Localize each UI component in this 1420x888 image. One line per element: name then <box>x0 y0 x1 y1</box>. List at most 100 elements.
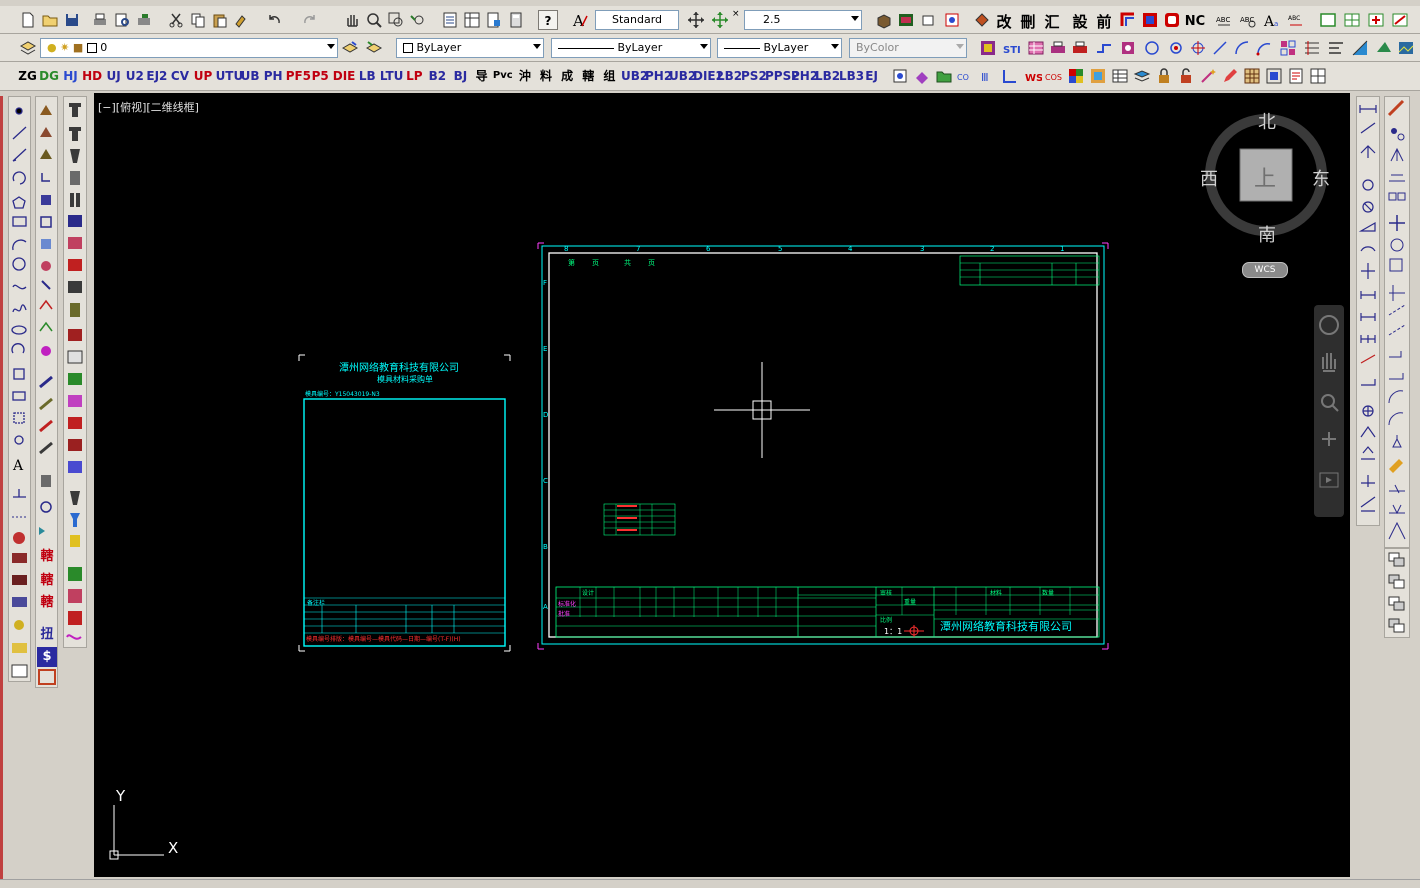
gradient-icon[interactable] <box>1350 38 1370 58</box>
mold-tool[interactable]: UTU <box>216 66 244 86</box>
mold-tool[interactable]: PPS2 <box>765 66 800 86</box>
cut-icon[interactable] <box>166 10 186 30</box>
new-file-icon[interactable] <box>18 10 38 30</box>
text-style-icon[interactable]: A <box>570 10 590 30</box>
mold-tool[interactable]: 料 <box>536 66 555 86</box>
viewport-green-icon[interactable] <box>1342 10 1362 30</box>
unlock-icon[interactable] <box>1176 66 1196 86</box>
3d-box-icon[interactable] <box>874 10 894 30</box>
sheet-icon[interactable] <box>1286 66 1306 86</box>
folder-green-icon[interactable] <box>934 66 954 86</box>
section-icon[interactable]: Ⅲ <box>978 66 998 86</box>
cad-glyph[interactable]: 刪 <box>1018 12 1038 32</box>
viewcube-south[interactable]: 南 <box>1258 221 1276 247</box>
color-grid-icon[interactable] <box>1066 66 1086 86</box>
design-center-icon[interactable] <box>462 10 482 30</box>
viewport-icon[interactable] <box>1318 10 1338 30</box>
zoom-window-icon[interactable] <box>386 10 406 30</box>
layer-combo[interactable]: ● ✷ ■ 0 <box>40 38 338 58</box>
save-icon[interactable] <box>62 10 82 30</box>
arc-tool-2-icon[interactable] <box>1254 38 1274 58</box>
eraser-icon[interactable] <box>912 66 932 86</box>
mold-tool[interactable]: LB2 <box>815 66 840 86</box>
viewcube-west[interactable]: 西 <box>1200 165 1218 191</box>
arc-tool-icon[interactable] <box>1232 38 1252 58</box>
viewport-clip-icon[interactable] <box>1390 10 1410 30</box>
text-lines-icon[interactable] <box>1326 38 1346 58</box>
line-tool-icon[interactable] <box>1210 38 1230 58</box>
frame-icon[interactable] <box>1264 66 1284 86</box>
zoom-previous-icon[interactable] <box>408 10 428 30</box>
brand-icon[interactable]: WS <box>1022 66 1043 86</box>
left-tool-glyph[interactable]: 扭 <box>37 625 57 645</box>
circle-tool-icon[interactable] <box>1142 38 1162 58</box>
cad-glyph[interactable]: 改 <box>994 12 1014 32</box>
frame-square-icon[interactable] <box>1140 10 1160 30</box>
publish-icon[interactable] <box>134 10 154 30</box>
ring-tool-icon[interactable] <box>1166 38 1186 58</box>
mold-tool[interactable]: PS2 <box>741 66 767 86</box>
printer-red-icon[interactable] <box>1070 38 1090 58</box>
pan-hand-icon[interactable] <box>342 10 362 30</box>
fill-bucket-icon[interactable] <box>972 10 992 30</box>
mold-tool[interactable]: Pvc <box>492 66 513 86</box>
mold-tool[interactable]: CV <box>169 66 190 86</box>
text-style-combo[interactable]: Standard <box>595 10 679 30</box>
target-icon[interactable] <box>942 10 962 30</box>
cos-icon[interactable]: COS <box>1044 66 1064 86</box>
mold-tool[interactable]: UB2 <box>621 66 648 86</box>
layer-manager-icon[interactable] <box>18 38 38 58</box>
mold-tool[interactable]: LB <box>357 66 378 86</box>
viewport-add-icon[interactable] <box>1366 10 1386 30</box>
tool-palettes-icon[interactable] <box>484 10 504 30</box>
mold-tool[interactable]: UB <box>240 66 261 86</box>
list-icon[interactable] <box>1000 66 1020 86</box>
mold-tool[interactable]: LB3 <box>839 66 864 86</box>
mold-tool[interactable]: LB2 <box>717 66 742 86</box>
mold-tool[interactable]: 组 <box>600 66 619 86</box>
properties-icon[interactable] <box>440 10 460 30</box>
mold-tool[interactable]: PF5 <box>286 66 311 86</box>
mold-tool[interactable]: 导 <box>473 66 490 86</box>
frame-red-icon[interactable] <box>1118 10 1138 30</box>
left-tool-glyph[interactable]: $ <box>37 647 57 667</box>
layer-walk-icon[interactable] <box>896 10 916 30</box>
lineweight-combo[interactable]: ByLayer <box>717 38 842 58</box>
mold-tool-dg[interactable]: DG <box>39 66 59 86</box>
mold-tool[interactable]: HD <box>82 66 102 86</box>
paste-icon[interactable] <box>210 10 230 30</box>
table-pink-icon[interactable] <box>1026 38 1046 58</box>
print-icon[interactable] <box>90 10 110 30</box>
mold-tool[interactable]: DIE <box>333 66 356 86</box>
mold-tool-zg[interactable]: ZG <box>18 66 37 86</box>
block-purple-icon[interactable] <box>978 38 998 58</box>
mold-tool[interactable]: BJ <box>450 66 471 86</box>
mold-tool[interactable]: LP <box>404 66 425 86</box>
frame-orange-icon[interactable] <box>37 669 57 685</box>
mold-tool[interactable]: B2 <box>427 66 448 86</box>
grid-fill-icon[interactable] <box>1242 66 1262 86</box>
linetype-combo[interactable]: ByLayer <box>551 38 711 58</box>
color-combo[interactable]: ByLayer <box>396 38 544 58</box>
mold-tool[interactable]: EJ <box>863 66 880 86</box>
mold-tool[interactable]: UB2 <box>669 66 696 86</box>
match-properties-icon[interactable] <box>232 10 252 30</box>
move-green-icon[interactable] <box>710 10 730 30</box>
left-tool-glyph[interactable]: 轄 <box>37 547 57 567</box>
window-icon[interactable] <box>918 10 938 30</box>
grid-pink-icon[interactable] <box>1278 38 1298 58</box>
mold-tool[interactable]: UP <box>193 66 214 86</box>
left-tool-glyph[interactable]: 轄 <box>37 593 57 613</box>
copy-icon[interactable] <box>188 10 208 30</box>
cad-glyph[interactable]: 前 <box>1094 12 1114 32</box>
move-icon[interactable] <box>686 10 706 30</box>
viewcube-east[interactable]: 东 <box>1312 165 1330 191</box>
plotstyle-combo[interactable]: ByColor <box>849 38 967 58</box>
region-icon[interactable] <box>1118 38 1138 58</box>
coordinate-icon[interactable]: CO <box>956 66 976 86</box>
help-icon[interactable]: ? <box>538 10 558 30</box>
mold-tool[interactable]: PH2 <box>791 66 818 86</box>
mold-tool[interactable]: 沖 <box>515 66 534 86</box>
polyline-blue-icon[interactable] <box>1094 38 1114 58</box>
open-folder-icon[interactable] <box>40 10 60 30</box>
